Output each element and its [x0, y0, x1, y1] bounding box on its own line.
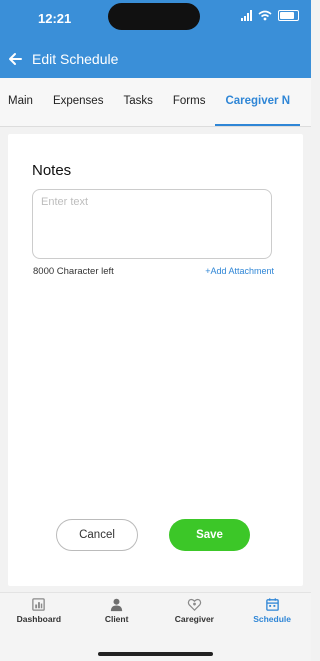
status-bar: 12:21: [0, 0, 311, 40]
camera-notch: [108, 3, 200, 30]
notes-input[interactable]: [32, 189, 272, 259]
tab-tasks[interactable]: Tasks: [113, 78, 162, 126]
wifi-icon: [258, 10, 272, 21]
nav-label-dashboard: Dashboard: [16, 614, 62, 624]
tab-forms[interactable]: Forms: [163, 78, 216, 126]
schedule-icon: [265, 598, 279, 611]
nav-item-dashboard[interactable]: Dashboard: [0, 593, 78, 633]
notes-card: Notes 8000 Character left +Add Attachmen…: [8, 134, 303, 586]
nav-item-client[interactable]: Client: [78, 593, 156, 633]
signal-icon: [241, 10, 252, 21]
dashboard-icon: [32, 598, 46, 611]
client-icon: [111, 598, 123, 612]
nav-item-schedule[interactable]: Schedule: [233, 593, 311, 633]
battery-icon: [278, 10, 299, 21]
page-title: Edit Schedule: [32, 51, 119, 67]
notes-title: Notes: [32, 162, 72, 179]
arrow-left-icon: [9, 53, 22, 65]
header-bar: Edit Schedule: [0, 40, 311, 78]
tab-expenses[interactable]: Expenses: [43, 78, 114, 126]
tab-caregiver-notes[interactable]: Caregiver N: [215, 78, 300, 126]
bottom-nav: Dashboard Client Caregiver Schedule: [0, 592, 311, 633]
status-icons: [241, 10, 299, 21]
nav-label-client: Client: [104, 614, 129, 624]
tab-bar: Main Expenses Tasks Forms Caregiver N: [0, 78, 311, 127]
nav-item-caregiver[interactable]: Caregiver: [156, 593, 234, 633]
cancel-button[interactable]: Cancel: [56, 519, 138, 551]
add-attachment-link[interactable]: +Add Attachment: [205, 266, 274, 276]
caregiver-icon: [187, 598, 202, 611]
home-indicator[interactable]: [98, 652, 213, 656]
save-button[interactable]: Save: [169, 519, 250, 551]
nav-label-schedule: Schedule: [253, 614, 292, 624]
nav-label-caregiver: Caregiver: [174, 614, 214, 624]
back-button[interactable]: [0, 52, 22, 66]
tab-main[interactable]: Main: [0, 78, 43, 126]
status-time: 12:21: [38, 11, 72, 26]
home-area: [0, 632, 311, 661]
character-count: 8000 Character left: [33, 266, 114, 277]
